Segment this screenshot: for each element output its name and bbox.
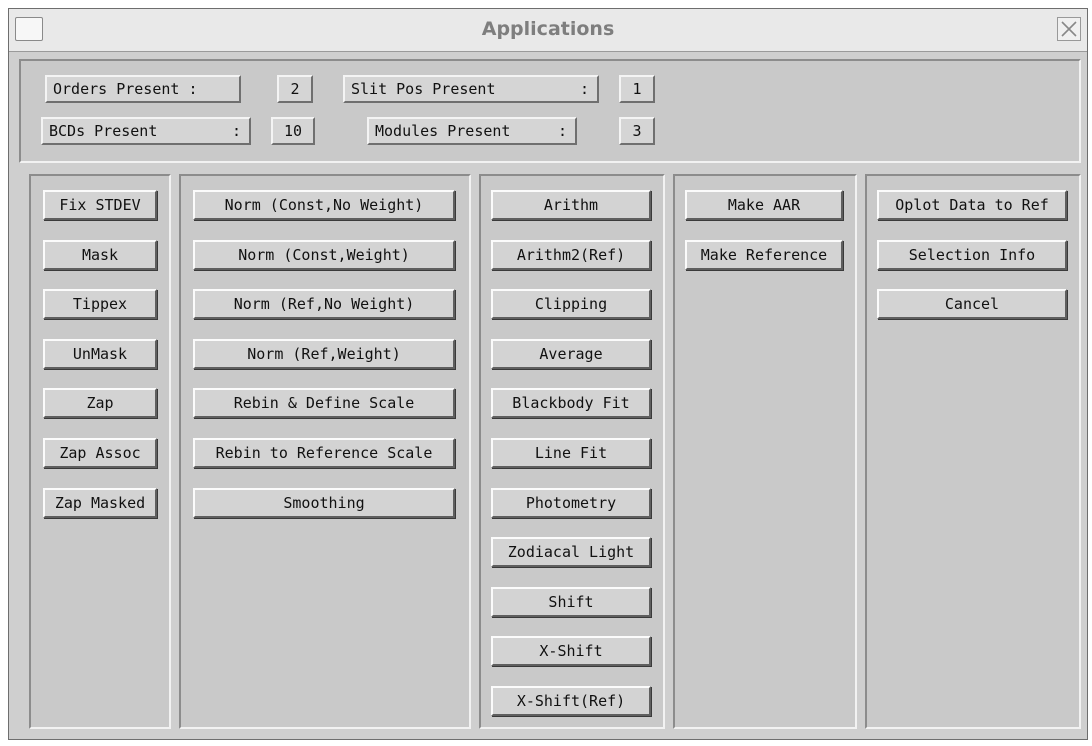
bcds-present-value: 10 bbox=[271, 117, 315, 145]
orders-present-value: 2 bbox=[277, 75, 313, 103]
norm-const-no-weight-button[interactable]: Norm (Const,No Weight) bbox=[193, 190, 455, 220]
close-icon[interactable] bbox=[1057, 17, 1081, 41]
photometry-button[interactable]: Photometry bbox=[491, 487, 651, 518]
title-bar: Applications bbox=[9, 9, 1087, 52]
clipping-button[interactable]: Clipping bbox=[491, 289, 651, 320]
fix-stdev-button[interactable]: Fix STDEV bbox=[43, 190, 157, 220]
modules-colon: : bbox=[557, 122, 567, 140]
slit-pos-present-field: Slit Pos Present: bbox=[343, 75, 599, 103]
mask-button[interactable]: Mask bbox=[43, 239, 157, 270]
applications-window: Applications Orders Present : 2 Slit Pos… bbox=[8, 8, 1088, 740]
make-aar-button[interactable]: Make AAR bbox=[685, 190, 843, 220]
status-panel: Orders Present : 2 Slit Pos Present: 1 B… bbox=[19, 59, 1081, 163]
rebin-define-scale-button[interactable]: Rebin & Define Scale bbox=[193, 388, 455, 419]
norm-ref-no-weight-button[interactable]: Norm (Ref,No Weight) bbox=[193, 289, 455, 320]
selection-info-button[interactable]: Selection Info bbox=[877, 239, 1067, 270]
slit-pos-present-value: 1 bbox=[619, 75, 655, 103]
bcds-present-label: BCDs Present bbox=[49, 122, 158, 140]
bcds-present-field: BCDs Present: bbox=[41, 117, 251, 145]
smoothing-button[interactable]: Smoothing bbox=[193, 487, 455, 518]
actions-panel: Oplot Data to Ref Selection Info Cancel bbox=[865, 174, 1081, 729]
orders-present-field: Orders Present : bbox=[45, 75, 241, 103]
analysis-panel: Arithm Arithm2(Ref) Clipping Average Blackbo… bbox=[479, 174, 665, 729]
average-button[interactable]: Average bbox=[491, 338, 651, 369]
rebin-to-reference-scale-button[interactable]: Rebin to Reference Scale bbox=[193, 438, 455, 468]
zap-assoc-button[interactable]: Zap Assoc bbox=[43, 438, 157, 468]
modules-present-value: 3 bbox=[619, 117, 655, 145]
x-shift-ref-button[interactable]: X-Shift(Ref) bbox=[491, 686, 651, 716]
modules-present-label: Modules Present bbox=[375, 122, 511, 140]
slit-pos-present-label: Slit Pos Present bbox=[351, 80, 496, 98]
window-title: Applications bbox=[481, 18, 615, 40]
unmask-button[interactable]: UnMask bbox=[43, 338, 157, 369]
zodiacal-light-button[interactable]: Zodiacal Light bbox=[491, 537, 651, 568]
shift-button[interactable]: Shift bbox=[491, 586, 651, 617]
x-shift-button[interactable]: X-Shift bbox=[491, 636, 651, 667]
slit-pos-colon: : bbox=[579, 80, 589, 98]
line-fit-button[interactable]: Line Fit bbox=[491, 438, 651, 468]
orders-present-label: Orders Present : bbox=[53, 80, 198, 98]
make-reference-button[interactable]: Make Reference bbox=[685, 239, 843, 270]
zap-button[interactable]: Zap bbox=[43, 388, 157, 419]
mask-tools-panel: Fix STDEV Mask Tippex UnMask Zap Zap Assoc Zap… bbox=[29, 174, 171, 729]
zap-masked-button[interactable]: Zap Masked bbox=[43, 487, 157, 518]
blackbody-fit-button[interactable]: Blackbody Fit bbox=[491, 388, 651, 419]
bcds-colon: : bbox=[231, 122, 241, 140]
normalization-panel: Norm (Const,No Weight) Norm (Const,Weight… bbox=[179, 174, 471, 729]
reference-panel: Make AAR Make Reference bbox=[673, 174, 857, 729]
tippex-button[interactable]: Tippex bbox=[43, 289, 157, 320]
norm-const-weight-button[interactable]: Norm (Const,Weight) bbox=[193, 239, 455, 270]
modules-present-field: Modules Present: bbox=[367, 117, 577, 145]
oplot-data-to-ref-button[interactable]: Oplot Data to Ref bbox=[877, 190, 1067, 220]
norm-ref-weight-button[interactable]: Norm (Ref,Weight) bbox=[193, 338, 455, 369]
arithm2-ref-button[interactable]: Arithm2(Ref) bbox=[491, 239, 651, 270]
arithm-button[interactable]: Arithm bbox=[491, 190, 651, 220]
cancel-button[interactable]: Cancel bbox=[877, 289, 1067, 320]
